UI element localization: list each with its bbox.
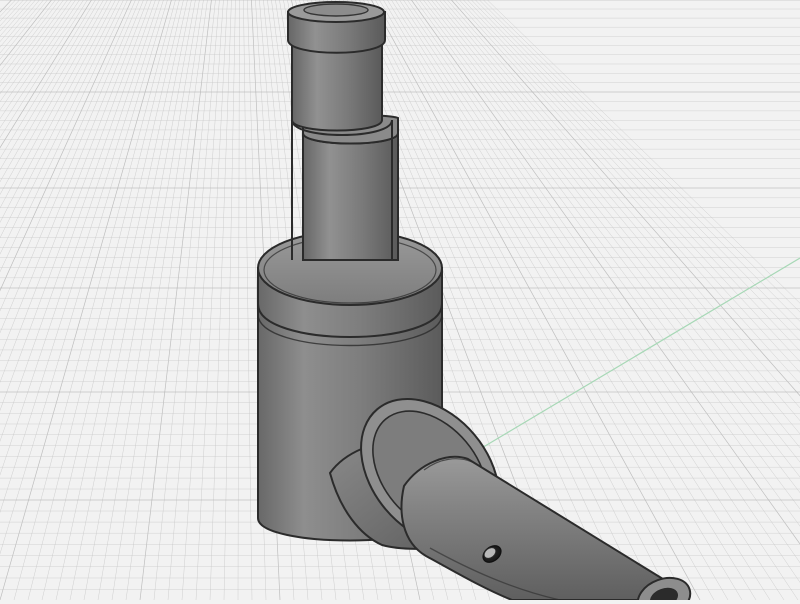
grid-line: [27, 0, 180, 601]
grid-line: [41, 0, 184, 601]
grid-line: [209, 0, 232, 601]
grid-line: [97, 0, 200, 601]
grid-line: [69, 0, 192, 601]
upper-shaft[interactable]: [287, 1, 399, 261]
grid-line: [55, 0, 188, 601]
grid-line: [0, 0, 92, 149]
grid-line: [237, 0, 240, 601]
viewport-canvas[interactable]: [0, 0, 800, 604]
grid-line: [139, 0, 212, 601]
grid-line: [223, 0, 236, 601]
cad-3d-viewport[interactable]: [0, 0, 800, 604]
side-shaft[interactable]: [400, 455, 696, 604]
y-axis-line: [469, 257, 800, 456]
grid-line: [181, 0, 224, 601]
